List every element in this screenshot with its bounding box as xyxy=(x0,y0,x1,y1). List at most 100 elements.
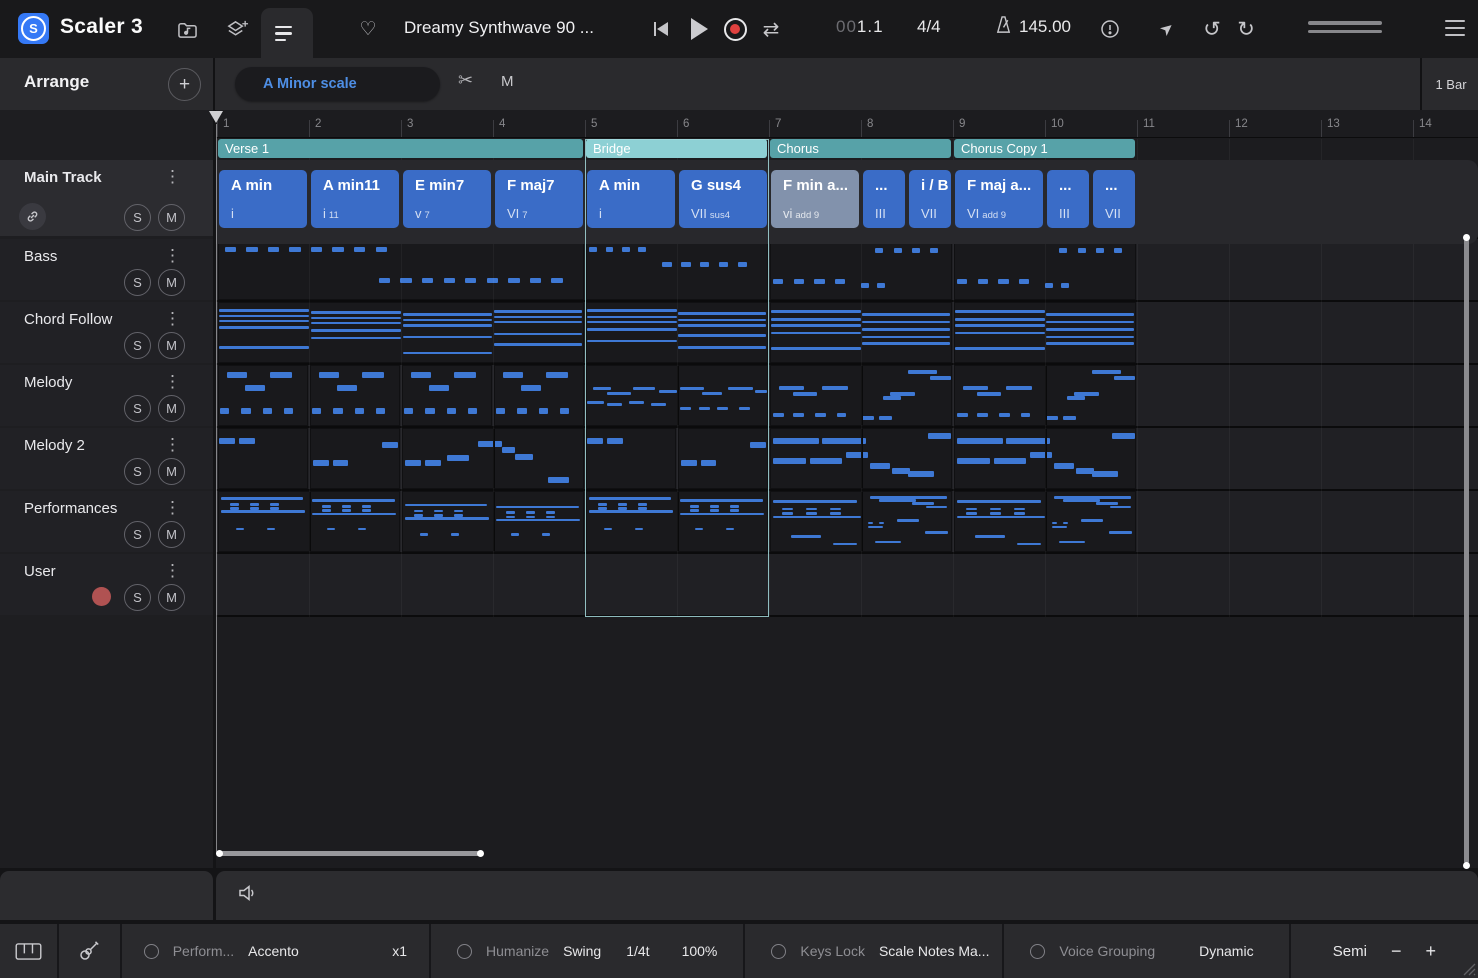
ruler-bar-number[interactable]: 14 xyxy=(1419,118,1432,130)
chord-block[interactable]: F min a...viadd 9 xyxy=(771,170,859,228)
chord-block[interactable]: G sus4VIIsus4 xyxy=(679,170,767,228)
playhead-position[interactable]: 001.1 xyxy=(836,17,884,37)
chord-block[interactable]: F maj a...VIadd 9 xyxy=(955,170,1043,228)
favorite-heart-icon[interactable]: ♡ xyxy=(356,17,380,41)
keys-lock-toggle[interactable] xyxy=(771,944,786,959)
chord-block[interactable]: A mini xyxy=(219,170,307,228)
record-button[interactable] xyxy=(722,16,748,42)
ruler-bar-number[interactable]: 4 xyxy=(499,118,505,130)
ruler-bar-number[interactable]: 7 xyxy=(775,118,781,130)
section-verse-1[interactable]: Verse 1 xyxy=(218,139,583,158)
track-menu-icon[interactable]: ⋮ xyxy=(164,561,181,581)
fretboard-panel-button[interactable] xyxy=(57,924,120,978)
humanize-rate[interactable]: 1/4t xyxy=(626,943,649,959)
chord-block[interactable]: A min11i11 xyxy=(311,170,399,228)
loop-icon[interactable]: ⇄ xyxy=(758,16,784,42)
humanize-control[interactable]: Humanize Swing 1/4t 100% xyxy=(429,924,743,978)
speaker-icon[interactable] xyxy=(238,884,258,907)
layers-icon[interactable] xyxy=(225,17,249,41)
solo-button[interactable]: S xyxy=(124,269,151,296)
ruler-bar-number[interactable]: 8 xyxy=(867,118,873,130)
chord-block[interactable]: F maj7VI7 xyxy=(495,170,583,228)
perform-toggle[interactable] xyxy=(144,944,159,959)
humanize-value[interactable]: Swing xyxy=(563,943,601,959)
mute-button[interactable]: M xyxy=(158,332,185,359)
chord-block[interactable]: ...VII xyxy=(1093,170,1135,228)
ruler-bar-number[interactable]: 13 xyxy=(1327,118,1340,130)
record-arm-indicator[interactable] xyxy=(92,587,111,606)
clip[interactable] xyxy=(678,428,769,489)
chord-block[interactable]: i / BVII xyxy=(909,170,951,228)
track-header-melody-2[interactable]: Melody 2⋮SM xyxy=(0,428,213,489)
semi-plus-button[interactable]: + xyxy=(1425,941,1436,962)
mute-button[interactable]: M xyxy=(158,269,185,296)
keys-lock-control[interactable]: Keys Lock Scale Notes Ma... xyxy=(743,924,1002,978)
voice-grouping-control[interactable]: Voice Grouping Dynamic xyxy=(1002,924,1288,978)
redo-icon[interactable]: ↻ xyxy=(1234,17,1258,41)
clip[interactable] xyxy=(218,365,309,426)
scale-selector[interactable]: A Minor scale xyxy=(235,67,440,101)
horizontal-scrollbar[interactable] xyxy=(218,851,481,856)
ruler-bar-number[interactable]: 9 xyxy=(959,118,965,130)
voice-grouping-toggle[interactable] xyxy=(1030,944,1045,959)
track-menu-icon[interactable]: ⋮ xyxy=(164,246,181,266)
tempo-display[interactable]: 145.00 xyxy=(994,15,1071,39)
chord-block[interactable]: ...III xyxy=(863,170,905,228)
track-header-chord-follow[interactable]: Chord Follow⋮SM xyxy=(0,302,213,363)
ruler-bar-number[interactable]: 1 xyxy=(223,118,229,130)
ruler-bar-number[interactable]: 12 xyxy=(1235,118,1248,130)
ruler-bar-number[interactable]: 5 xyxy=(591,118,597,130)
chord-block[interactable]: A mini xyxy=(587,170,675,228)
keyboard-panel-button[interactable] xyxy=(0,924,57,978)
track-header-user[interactable]: User⋮SM xyxy=(0,554,213,615)
skip-back-button[interactable] xyxy=(648,16,674,42)
track-menu-icon[interactable]: ⋮ xyxy=(164,498,181,518)
ruler-bar-number[interactable]: 11 xyxy=(1143,118,1155,130)
perform-control[interactable]: Perform... Accento x1 xyxy=(120,924,429,978)
scissors-icon[interactable]: ✂ xyxy=(458,70,473,91)
section-chorus[interactable]: Chorus xyxy=(770,139,951,158)
voice-grouping-value[interactable]: Dynamic xyxy=(1199,943,1253,959)
solo-button[interactable]: S xyxy=(124,204,151,231)
mute-button[interactable]: M xyxy=(158,521,185,548)
track-header-bass[interactable]: Bass⋮SM xyxy=(0,239,213,300)
track-menu-icon[interactable]: ⋮ xyxy=(164,309,181,329)
perform-value[interactable]: Accento xyxy=(248,943,299,959)
mute-button[interactable]: M xyxy=(158,395,185,422)
info-icon[interactable] xyxy=(1098,17,1122,41)
solo-button[interactable]: S xyxy=(124,584,151,611)
section-chorus-copy-1[interactable]: Chorus Copy 1 xyxy=(954,139,1135,158)
clip[interactable] xyxy=(494,365,585,426)
track-menu-icon[interactable]: ⋮ xyxy=(164,372,181,392)
track-header-melody[interactable]: Melody⋮SM xyxy=(0,365,213,426)
playhead-line[interactable] xyxy=(216,124,217,854)
clip[interactable] xyxy=(218,428,309,489)
section-bridge[interactable]: Bridge xyxy=(586,139,767,158)
ruler-bar-number[interactable]: 10 xyxy=(1051,118,1064,130)
song-title[interactable]: Dreamy Synthwave 90 ... xyxy=(404,18,594,38)
share-icon[interactable]: ➤ xyxy=(1150,12,1184,46)
solo-button[interactable]: S xyxy=(124,458,151,485)
tab-arrange-view[interactable] xyxy=(261,8,313,58)
perform-multiplier[interactable]: x1 xyxy=(392,943,407,959)
keys-lock-value[interactable]: Scale Notes Ma... xyxy=(879,943,990,959)
track-menu-icon[interactable]: ⋮ xyxy=(164,167,181,187)
solo-button[interactable]: S xyxy=(124,395,151,422)
ruler-bar-number[interactable]: 2 xyxy=(315,118,321,130)
clip[interactable] xyxy=(402,365,493,426)
playhead-marker[interactable] xyxy=(209,111,223,123)
track-header-performances[interactable]: Performances⋮SM xyxy=(0,491,213,552)
clip[interactable] xyxy=(310,365,401,426)
undo-icon[interactable]: ↺ xyxy=(1200,17,1224,41)
solo-button[interactable]: S xyxy=(124,521,151,548)
main-menu-icon[interactable] xyxy=(1445,20,1465,40)
time-signature[interactable]: 4/4 xyxy=(917,17,941,37)
solo-button[interactable]: S xyxy=(124,332,151,359)
add-button[interactable]: + xyxy=(168,68,201,101)
mute-button[interactable]: M xyxy=(158,584,185,611)
chord-block[interactable]: ...III xyxy=(1047,170,1089,228)
clip[interactable] xyxy=(310,428,401,489)
track-header-main-track[interactable]: Main Track⋮SM xyxy=(0,160,213,236)
resize-grip[interactable] xyxy=(1460,960,1476,976)
play-button[interactable] xyxy=(686,16,712,42)
